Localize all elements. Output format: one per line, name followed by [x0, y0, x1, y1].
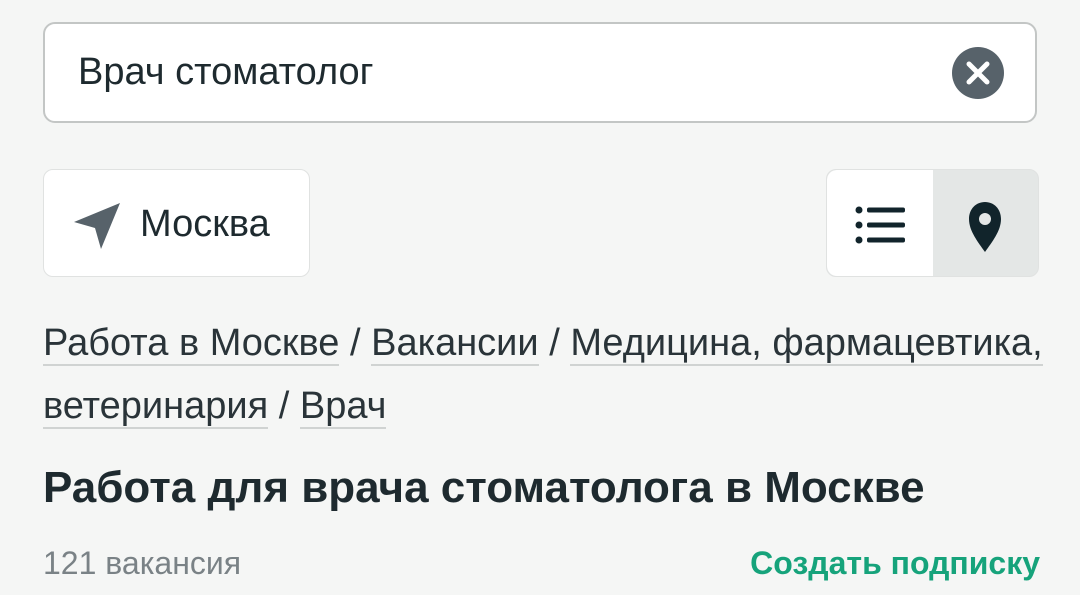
search-input[interactable] — [78, 24, 918, 121]
city-label: Москва — [140, 203, 270, 245]
clear-search-button[interactable] — [952, 47, 1004, 99]
page-title: Работа для врача стоматолога в Москве — [43, 463, 925, 512]
create-subscription-link[interactable]: Создать подписку — [750, 543, 1040, 583]
navigation-arrow-icon — [74, 203, 120, 249]
city-selector-button[interactable]: Москва — [43, 169, 310, 277]
breadcrumb-link-doctor[interactable]: Врач — [299, 385, 387, 429]
map-view-button[interactable] — [933, 170, 1038, 276]
view-toggle — [826, 169, 1039, 277]
search-box[interactable] — [43, 22, 1037, 123]
breadcrumb-separator: / — [278, 385, 300, 427]
breadcrumb: Работа в Москве / Вакансии / Медицина, ф… — [43, 312, 1043, 438]
breadcrumb-separator: / — [350, 322, 372, 364]
list-view-button[interactable] — [827, 170, 933, 276]
close-icon — [966, 61, 990, 85]
breadcrumb-link-vacancies[interactable]: Вакансии — [371, 322, 539, 366]
vacancy-count: 121 вакансия — [43, 545, 242, 581]
breadcrumb-link-moscow-jobs[interactable]: Работа в Москве — [43, 322, 340, 366]
list-icon — [855, 206, 905, 244]
map-pin-icon — [969, 202, 1001, 252]
breadcrumb-separator: / — [549, 322, 571, 364]
